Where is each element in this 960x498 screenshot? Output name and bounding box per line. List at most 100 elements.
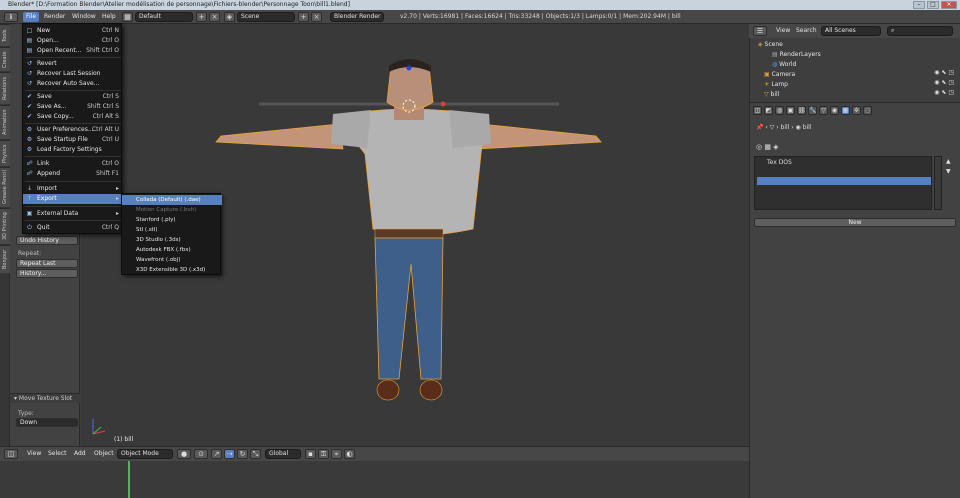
pin-icon[interactable]: 📌	[756, 124, 763, 131]
texture-slot-3[interactable]	[757, 177, 931, 185]
menu-item-save-copy[interactable]: ✔ Save Copy... Ctrl Alt S	[23, 112, 123, 122]
constraints-tab-icon[interactable]: ⛓	[797, 106, 806, 115]
export-ply[interactable]: Stanford (.ply)	[122, 215, 222, 225]
orientation-select[interactable]: Global	[265, 449, 301, 459]
timeline[interactable]	[0, 461, 749, 498]
repeat-last-button[interactable]: Repeat Last	[16, 259, 78, 268]
menu-item-new[interactable]: □ New Ctrl N	[23, 26, 123, 36]
screen-layout-icon[interactable]: ▦	[122, 12, 133, 22]
tab-tools[interactable]: Tools	[0, 24, 10, 46]
menu-item-save[interactable]: ✔ Save Ctrl S	[23, 92, 123, 102]
outliner-display-select[interactable]: All Scenes	[821, 26, 881, 36]
outliner-menu-view[interactable]: View	[773, 26, 793, 36]
tab-relations[interactable]: Relations	[0, 72, 10, 104]
menu-item-revert[interactable]: ↺ Revert	[23, 59, 123, 69]
tab-physics[interactable]: Physics	[0, 140, 10, 166]
physics-tab-icon[interactable]: ◌	[863, 106, 872, 115]
add-layout-icon[interactable]: +	[196, 12, 207, 22]
remove-scene-icon[interactable]: ×	[311, 12, 322, 22]
minimize-button[interactable]: –	[913, 1, 925, 9]
mode-select[interactable]: Object Mode	[117, 449, 173, 459]
eye-icon[interactable]: ◉ ⬉ ◳	[934, 78, 954, 88]
manipulator-toggle-icon[interactable]: ↗	[211, 449, 222, 459]
export-fbx[interactable]: Autodesk FBX (.fbx)	[122, 245, 222, 255]
outliner-menu-search[interactable]: Search	[793, 26, 820, 36]
export-bvh[interactable]: Motion Capture (.bvh)	[122, 205, 222, 215]
menu-item-user-preferences[interactable]: ⚙ User Preferences... Ctrl Alt U	[23, 125, 123, 135]
type-select[interactable]: Down	[16, 418, 78, 427]
outliner-row-bill[interactable]: ▽ bill	[764, 90, 954, 100]
list-scrollbar[interactable]	[934, 156, 942, 210]
layout-select[interactable]: Default	[135, 12, 193, 22]
remove-layout-icon[interactable]: ×	[209, 12, 220, 22]
maximize-button[interactable]: □	[927, 1, 939, 9]
character-bill[interactable]	[215, 59, 602, 401]
close-button[interactable]: ✕	[941, 1, 957, 9]
layers-icon[interactable]: ▪	[305, 449, 316, 459]
axis-x-handle[interactable]	[440, 101, 446, 107]
texture-slot-2[interactable]	[757, 168, 931, 176]
export-3ds[interactable]: 3D Studio (.3ds)	[122, 235, 222, 245]
scene-select[interactable]: Scene	[237, 12, 295, 22]
menu-select[interactable]: Select	[45, 449, 70, 459]
menu-object[interactable]: Object	[91, 449, 117, 459]
tab-animation[interactable]: Animation	[0, 105, 10, 139]
texture-slot-5[interactable]	[757, 195, 931, 203]
object-tab-icon[interactable]: ▣	[786, 106, 795, 115]
texture-slot-list[interactable]: Tex DOS	[754, 156, 932, 210]
menu-view[interactable]: View	[24, 449, 44, 459]
texture-context-icons[interactable]: ◎ ▦ ◈	[756, 143, 779, 151]
lock-icon[interactable]: ⚿	[318, 449, 329, 459]
tab-grease-pencil[interactable]: Grease Pencil	[0, 167, 10, 207]
menu-item-link[interactable]: ☍ Link Ctrl O	[23, 159, 123, 169]
export-stl[interactable]: Stl (.stl)	[122, 225, 222, 235]
menu-item-append[interactable]: ☍ Append Shift F1	[23, 169, 123, 179]
menu-item-save-startup-file[interactable]: ⚙ Save Startup File Ctrl U	[23, 135, 123, 145]
tab-bonjour[interactable]: Bonjour	[0, 245, 10, 273]
editor-type-icon[interactable]: ◫	[4, 449, 18, 459]
menu-item-save-as[interactable]: ✔ Save As... Shift Ctrl S	[23, 102, 123, 112]
menu-item-recover-auto-save[interactable]: ↺ Recover Auto Save...	[23, 79, 123, 89]
scene-tab-icon[interactable]: ◩	[764, 106, 773, 115]
menu-render[interactable]: Render	[41, 12, 68, 22]
render-engine-select[interactable]: Blender Render	[330, 12, 384, 22]
eye-icon[interactable]: ◉ ⬉ ◳	[934, 88, 954, 98]
export-x3d[interactable]: X3D Extensible 3D (.x3d)	[122, 265, 222, 275]
menu-item-open-recent[interactable]: ▤ Open Recent... Shift Ctrl O	[23, 46, 123, 56]
export-obj[interactable]: Wavefront (.obj)	[122, 255, 222, 265]
texture-slot-4[interactable]	[757, 186, 931, 194]
pivot-icon[interactable]: ⊙	[194, 449, 208, 459]
timeline-cursor[interactable]	[128, 461, 130, 498]
history-button[interactable]: History...	[16, 269, 78, 278]
outliner-row-camera[interactable]: ▣ Camera	[764, 70, 954, 80]
editor-type-icon[interactable]: ℹ	[4, 12, 18, 22]
menu-window[interactable]: Window	[69, 12, 99, 22]
data-tab-icon[interactable]: ▽	[819, 106, 828, 115]
menu-file[interactable]: File	[23, 12, 40, 22]
particles-tab-icon[interactable]: ✲	[852, 106, 861, 115]
operator-panel-header[interactable]: ▾ Move Texture Slot	[10, 393, 80, 403]
world-tab-icon[interactable]: ◍	[775, 106, 784, 115]
export-collada[interactable]: Collada (Default) (.dae)	[122, 195, 222, 205]
new-texture-button[interactable]: New	[754, 218, 956, 227]
shading-icon[interactable]: ●	[177, 449, 191, 459]
scene-icon[interactable]: ◈	[224, 12, 235, 22]
snap-icon[interactable]: ⌖	[331, 449, 342, 459]
render-icon[interactable]: ◐	[344, 449, 355, 459]
outliner-row-lamp[interactable]: ☀ Lamp	[764, 80, 954, 90]
outliner-row-renderlayers[interactable]: ▤ RenderLayers	[772, 50, 960, 60]
material-tab-icon[interactable]: ◉	[830, 106, 839, 115]
menu-item-export[interactable]: ↑ Export ▸	[23, 194, 123, 204]
render-tab-icon[interactable]: ◫	[753, 106, 762, 115]
move-up-icon[interactable]: ▲	[946, 157, 951, 167]
menu-help[interactable]: Help	[99, 12, 119, 22]
menu-item-load-factory-settings[interactable]: ⚙ Load Factory Settings	[23, 145, 123, 155]
texture-slot-1[interactable]: Tex DOS	[757, 159, 931, 167]
tab-create[interactable]: Create	[0, 47, 10, 71]
editor-type-icon[interactable]: ☰	[753, 26, 767, 36]
menu-item-import[interactable]: ↓ Import ▸	[23, 184, 123, 194]
axis-z-handle[interactable]	[406, 65, 412, 71]
eye-icon[interactable]: ◉ ⬉ ◳	[934, 68, 954, 78]
menu-item-external-data[interactable]: ▣ External Data ▸	[23, 209, 123, 219]
modifiers-tab-icon[interactable]: 🔧	[808, 106, 817, 115]
